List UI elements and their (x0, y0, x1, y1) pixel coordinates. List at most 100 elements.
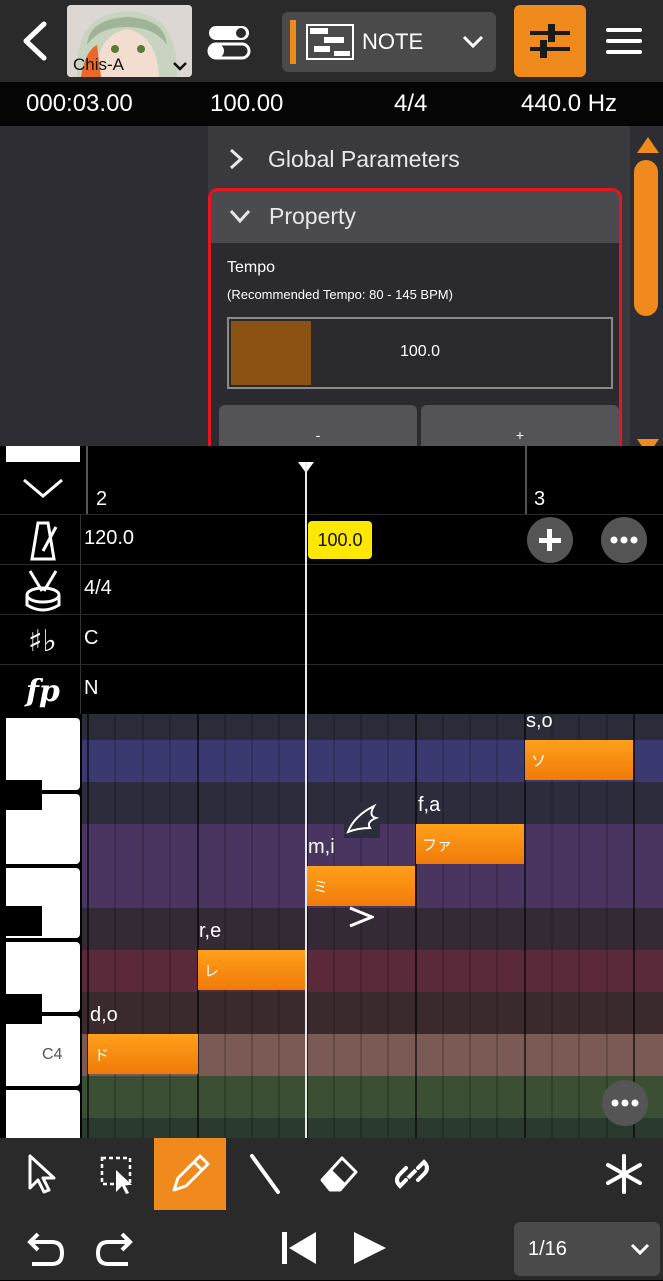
select-tool[interactable] (6, 1138, 78, 1210)
piano-keyboard[interactable]: C4 (6, 714, 82, 1140)
scrollbar-thumb[interactable] (634, 160, 658, 316)
scroll-up-icon[interactable] (636, 136, 660, 154)
redo-icon (95, 1232, 133, 1266)
note-text: ファ (422, 837, 453, 854)
piano-white-key[interactable] (6, 1090, 80, 1140)
skip-to-start-icon (282, 1232, 316, 1264)
rewind-button[interactable] (272, 1222, 324, 1274)
undo-icon (27, 1232, 65, 1266)
bar-number-3: 3 (534, 488, 546, 510)
more-options-button[interactable] (601, 517, 647, 563)
bar-line (86, 446, 88, 514)
play-button[interactable] (344, 1222, 396, 1274)
status-bar: 000:03.00 100.00 4/4 440.0 Hz (0, 82, 663, 126)
global-parameters-row[interactable]: Global Parameters (208, 132, 630, 184)
tempo-readout: 100.00 (210, 90, 284, 117)
tempo-marker[interactable]: 100.0 (308, 521, 372, 559)
pitch-readout: 440.0 Hz (521, 90, 618, 117)
tempo-value: 100.0 (399, 343, 441, 360)
singer-name: Chis-A (73, 55, 125, 74)
note-block[interactable]: ソ (525, 740, 633, 780)
piano-black-key[interactable] (6, 994, 42, 1024)
pencil-icon (172, 1154, 210, 1192)
tool-bar (0, 1138, 663, 1214)
property-section: Property Tempo (Recommended Tempo: 80 - … (208, 188, 622, 460)
link-tool[interactable] (376, 1138, 448, 1210)
quantize-label: 1/16 (528, 1238, 567, 1260)
beat-readout: 4/4 (394, 90, 428, 117)
mode-label: NOTE (362, 29, 424, 54)
back-icon[interactable] (14, 18, 58, 64)
redo-button[interactable] (90, 1220, 146, 1276)
drum-icon (6, 565, 81, 615)
more-dots-icon (610, 536, 638, 544)
eraser-icon (320, 1156, 358, 1192)
eraser-tool[interactable] (302, 1138, 374, 1210)
note-text: ミ (313, 879, 329, 896)
range-select-tool[interactable] (80, 1138, 152, 1210)
undo-button[interactable] (14, 1220, 70, 1276)
mode-accent-bar (290, 20, 296, 64)
tempo-recommendation: (Recommended Tempo: 80 - 145 BPM) (227, 287, 453, 302)
key-track-value: C (84, 627, 99, 649)
singer-avatar[interactable]: Chis-A (67, 5, 192, 77)
key-track[interactable]: ♯♭ C (0, 614, 663, 665)
freeze-tool[interactable] (588, 1138, 660, 1210)
mixer-button[interactable] (514, 5, 586, 77)
tempo-track-value: 120.0 (84, 527, 135, 549)
piano-key-top (6, 446, 80, 462)
c4-key-label: C4 (42, 1046, 63, 1063)
top-bar: Chis-A NOTE (0, 0, 663, 82)
dynamics-fp-icon: fp (6, 665, 81, 715)
chevron-right-icon (229, 148, 244, 170)
property-label: Property (269, 203, 356, 229)
piano-black-key[interactable] (6, 906, 42, 936)
timeline-ruler[interactable]: 2 3 (0, 446, 663, 514)
piano-roll-icon (306, 24, 354, 60)
chevron-down-icon (462, 35, 484, 49)
note-lyric: m,i (308, 836, 335, 858)
toggle-switch-icon[interactable] (205, 24, 253, 60)
tempo-label: Tempo (227, 259, 276, 276)
note-block[interactable]: ミ (307, 866, 415, 906)
pencil-tool[interactable] (154, 1138, 226, 1210)
tempo-slider[interactable]: 100.0 (227, 317, 613, 389)
transport-bar: 1/16 (0, 1214, 663, 1280)
add-tempo-button[interactable] (527, 517, 573, 563)
bar-line (525, 446, 527, 514)
bar-number-2: 2 (96, 488, 108, 510)
tempo-track[interactable]: 120.0 100.0 (0, 514, 663, 565)
more-dots-icon (611, 1099, 639, 1107)
play-icon (354, 1232, 386, 1264)
plus-label: + (515, 427, 525, 443)
note-block[interactable]: ド (88, 1034, 198, 1074)
note-lyric: r,e (199, 920, 222, 942)
dynamics-track[interactable]: fp N (0, 664, 663, 715)
quantize-select[interactable]: 1/16 (514, 1222, 660, 1276)
line-tool[interactable] (228, 1138, 300, 1210)
more-options-button[interactable] (602, 1080, 648, 1126)
property-header[interactable]: Property (211, 191, 619, 243)
note-text: レ (204, 963, 220, 980)
sharp-flat-icon: ♯♭ (6, 615, 81, 665)
hamburger-menu-icon[interactable] (604, 24, 644, 58)
note-text: ド (94, 1047, 110, 1064)
svg-text:fp: fp (24, 674, 60, 709)
note-block[interactable]: ファ (416, 824, 524, 864)
piano-roll-grid[interactable]: d,o r,e m,i f,a s,o ド レ ミ ファ ソ (82, 714, 663, 1140)
wing-icon[interactable] (344, 802, 380, 838)
global-parameters-label: Global Parameters (268, 146, 460, 172)
note-block[interactable]: レ (198, 950, 306, 990)
svg-text:♯♭: ♯♭ (28, 624, 57, 659)
edit-mode-select[interactable]: NOTE (282, 12, 496, 72)
accent-mark-icon[interactable] (348, 906, 374, 928)
metronome-icon (6, 515, 81, 565)
chevron-down-icon[interactable] (20, 474, 66, 502)
minus-label: - (315, 427, 321, 443)
playhead-line[interactable] (305, 462, 307, 1140)
piano-black-key[interactable] (6, 780, 42, 810)
dynamics-track-value: N (84, 677, 99, 699)
beat-track[interactable]: 4/4 (0, 564, 663, 615)
chevron-down-icon (229, 209, 251, 224)
plus-icon (539, 529, 561, 551)
